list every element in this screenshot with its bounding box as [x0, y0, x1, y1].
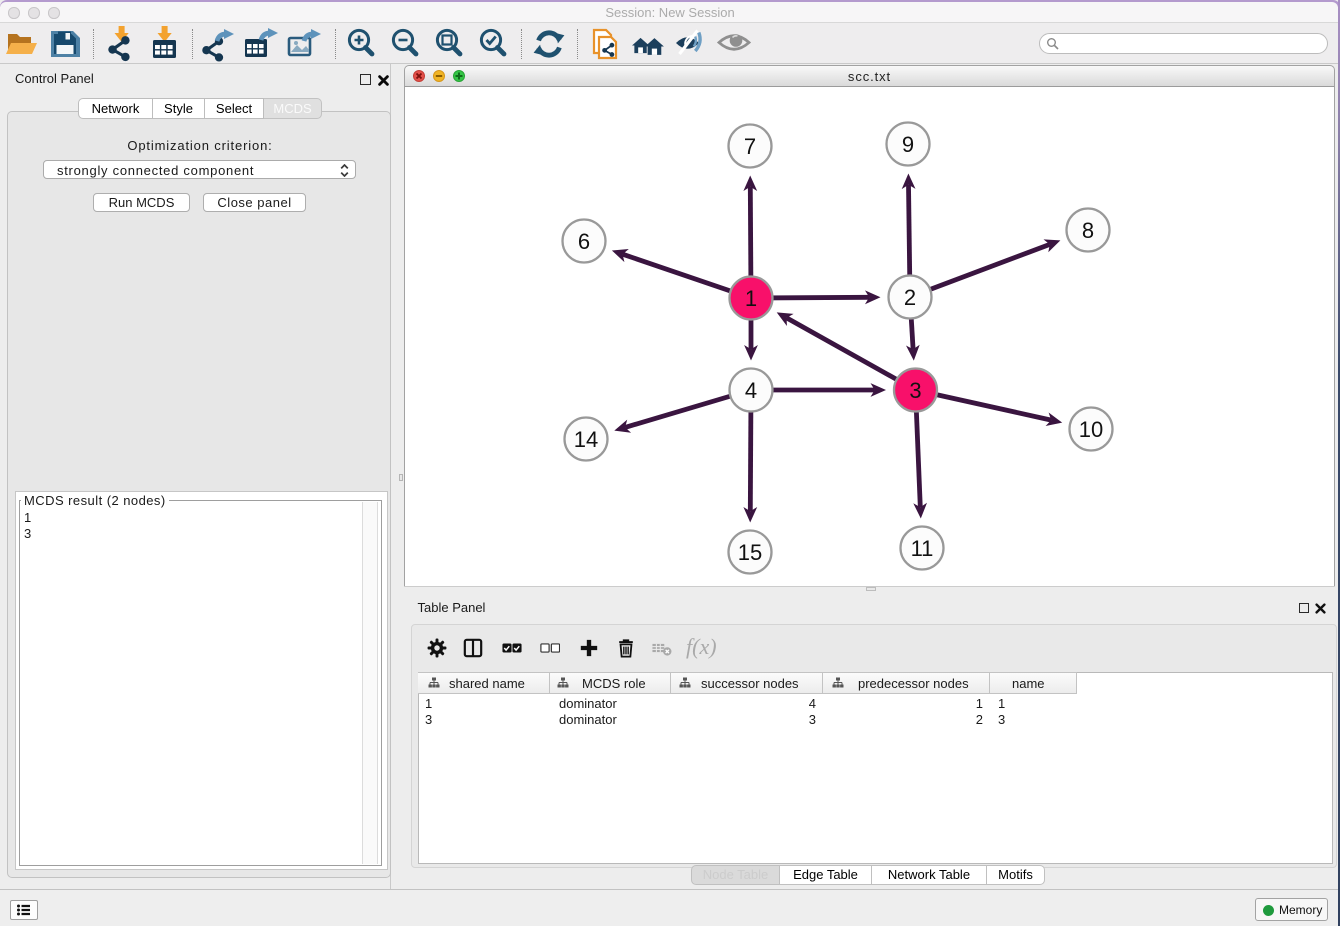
- svg-text:14: 14: [574, 427, 598, 452]
- svg-text:1: 1: [745, 286, 757, 311]
- svg-text:9: 9: [902, 132, 914, 157]
- svg-text:2: 2: [904, 285, 916, 310]
- svg-text:15: 15: [738, 540, 762, 565]
- svg-text:4: 4: [745, 378, 757, 403]
- svg-text:3: 3: [909, 378, 921, 403]
- svg-text:7: 7: [744, 134, 756, 159]
- svg-text:8: 8: [1082, 218, 1094, 243]
- svg-text:10: 10: [1079, 417, 1103, 442]
- svg-text:6: 6: [578, 229, 590, 254]
- svg-text:11: 11: [911, 536, 934, 561]
